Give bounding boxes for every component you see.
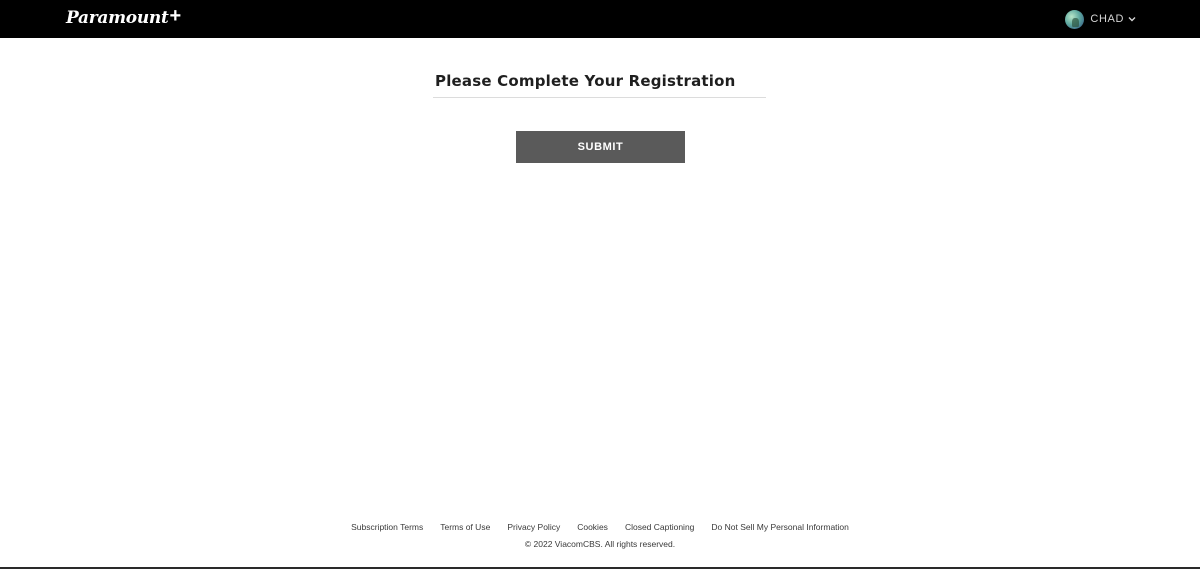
footer-link-cookies[interactable]: Cookies [577,522,608,532]
page-title: Please Complete Your Registration [435,72,736,90]
chevron-down-icon [1128,17,1136,22]
footer-links: Subscription Terms Terms of Use Privacy … [0,522,1200,532]
footer-link-subscription-terms[interactable]: Subscription Terms [351,522,423,532]
logo-plus: + [169,5,182,27]
title-divider [433,97,766,98]
page: Paramount + CHAD Please Complete Your Reg… [0,0,1200,569]
footer-link-terms-of-use[interactable]: Terms of Use [440,522,490,532]
profile-menu[interactable]: CHAD [1065,9,1136,29]
footer-link-do-not-sell[interactable]: Do Not Sell My Personal Information [711,522,848,532]
footer-link-closed-captioning[interactable]: Closed Captioning [625,522,694,532]
paramount-plus-logo[interactable]: Paramount + [66,6,181,30]
top-navigation-bar: Paramount + CHAD [0,0,1200,38]
avatar-icon [1065,9,1085,29]
logo-text: Paramount [66,8,169,28]
copyright-text: © 2022 ViacomCBS. All rights reserved. [524,539,676,549]
profile-name: CHAD [1090,13,1124,25]
submit-button[interactable]: SUBMIT [516,131,685,163]
footer-link-privacy-policy[interactable]: Privacy Policy [507,522,560,532]
